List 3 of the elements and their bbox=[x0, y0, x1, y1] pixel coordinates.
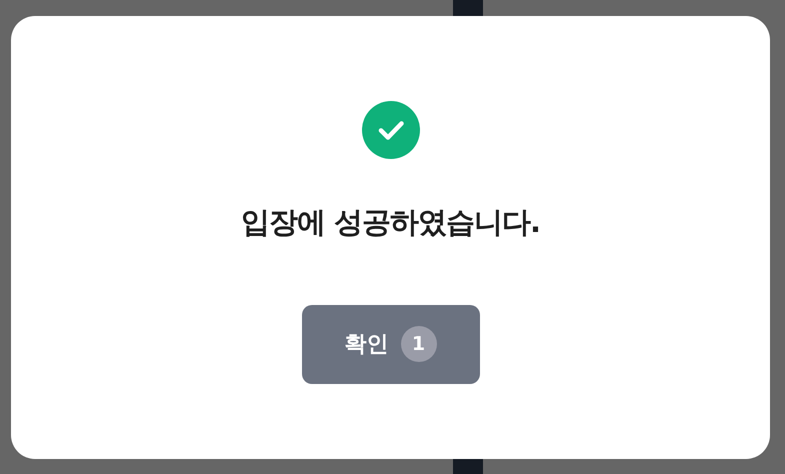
count-badge: 1 bbox=[400, 326, 436, 362]
confirm-button[interactable]: 확인 1 bbox=[302, 304, 480, 384]
dialog-message: 입장에 성공하였습니다. bbox=[240, 204, 540, 241]
